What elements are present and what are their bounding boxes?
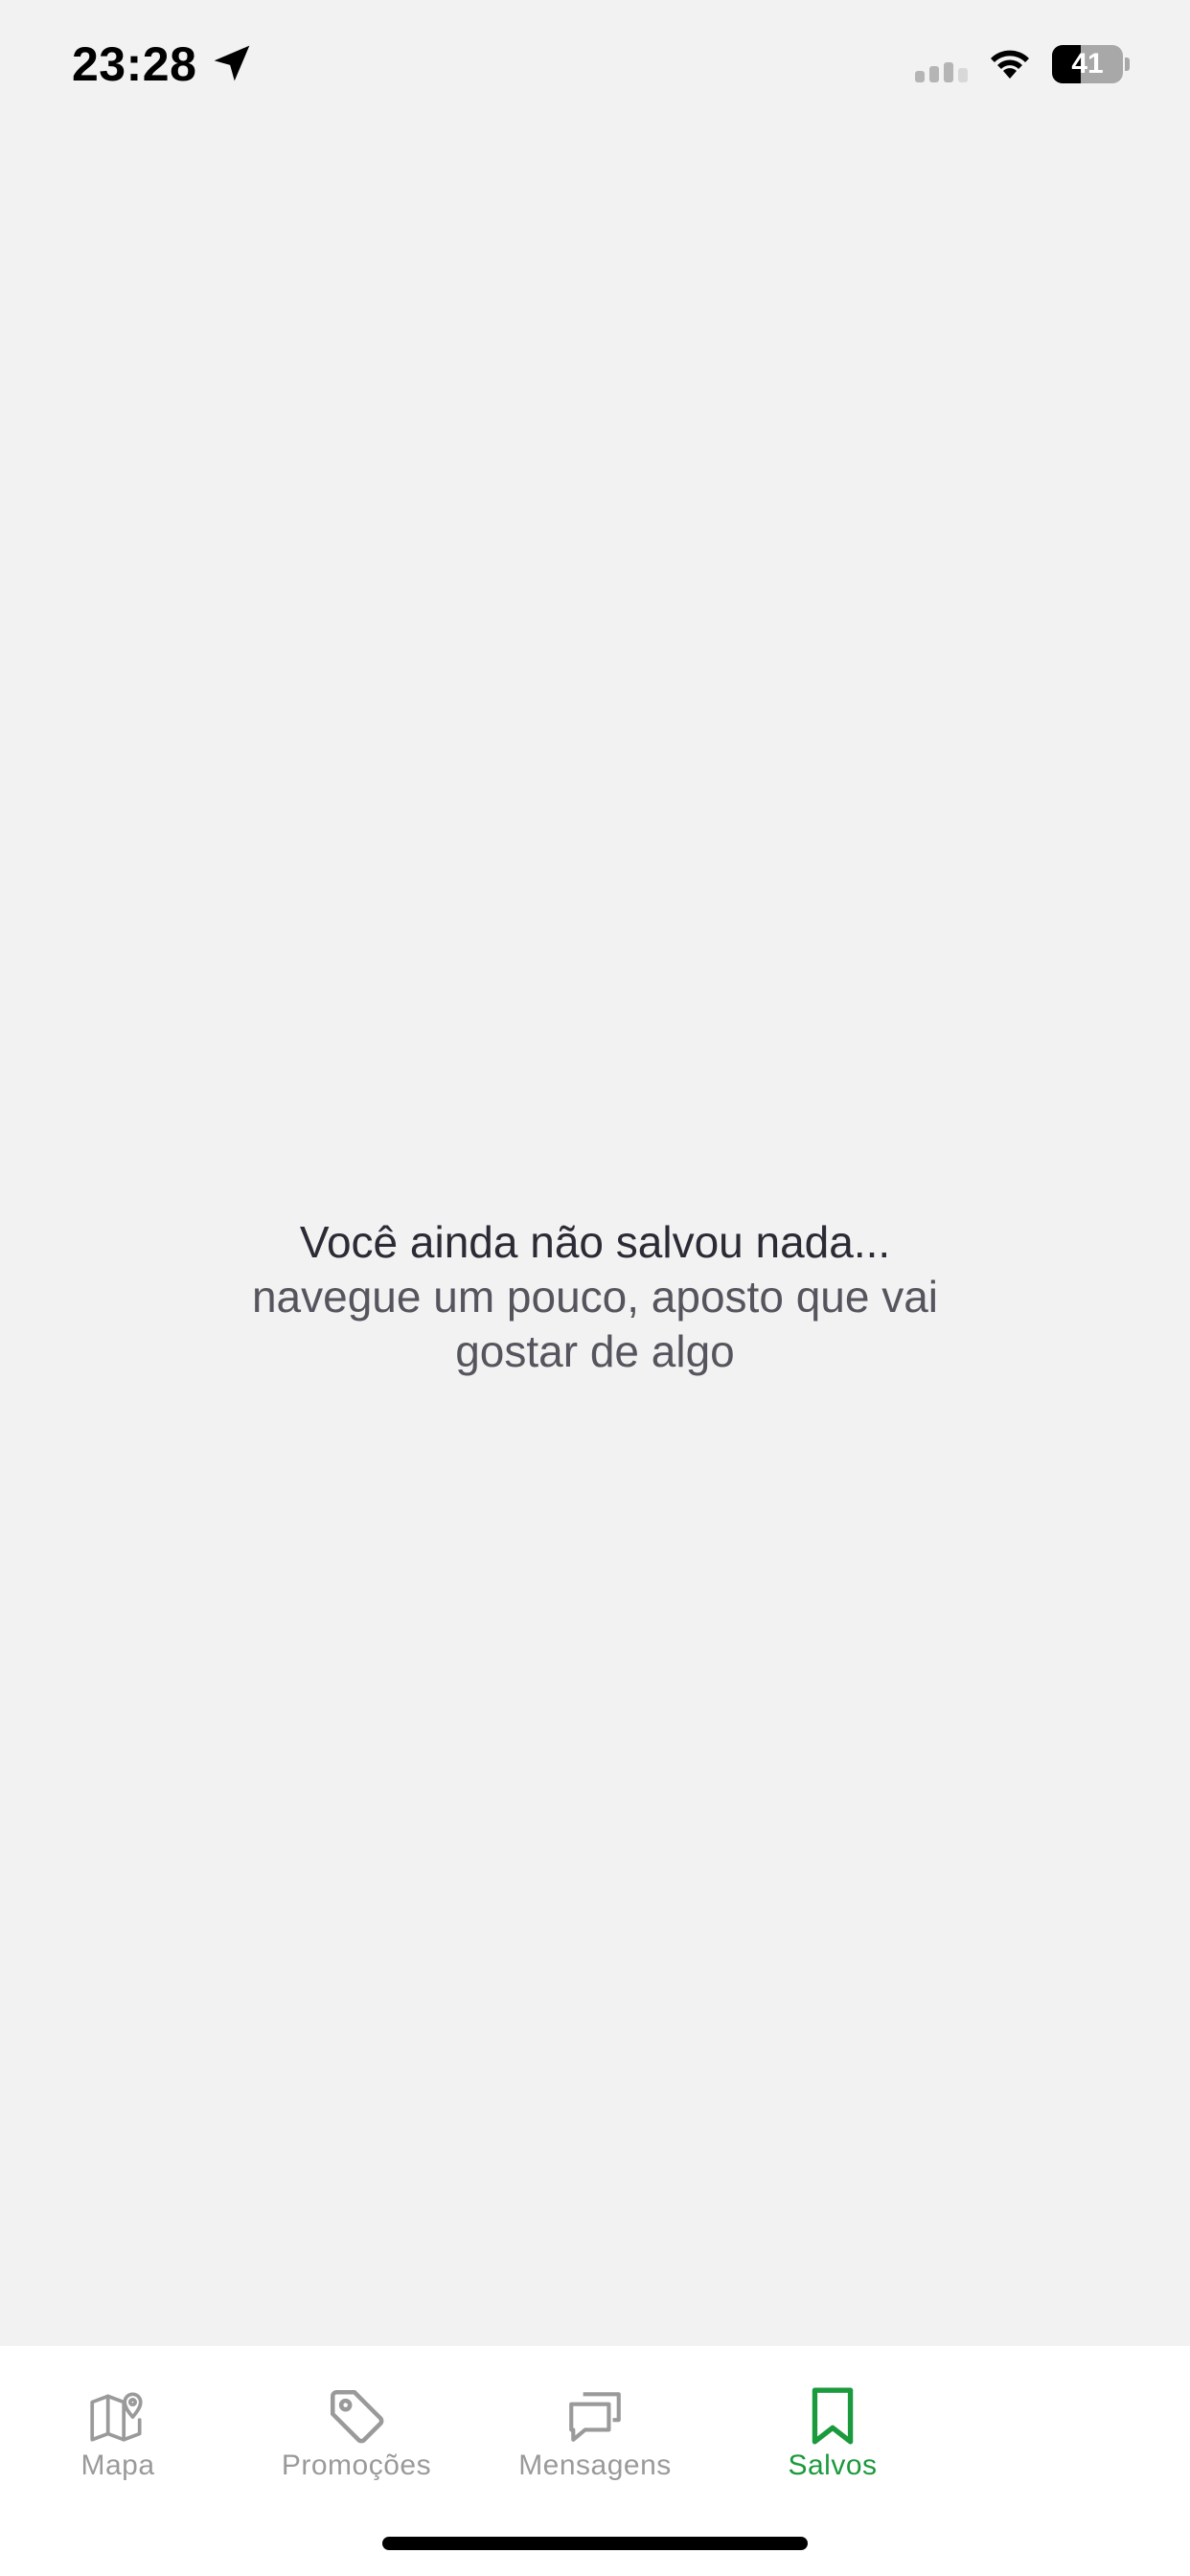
battery-indicator: 41 bbox=[1052, 45, 1130, 83]
home-indicator[interactable] bbox=[382, 2537, 808, 2550]
tab-promocoes[interactable]: Promoções bbox=[241, 2346, 471, 2490]
tab-mensagens[interactable]: Mensagens bbox=[480, 2346, 710, 2490]
battery-body: 41 bbox=[1052, 45, 1123, 83]
battery-tip bbox=[1125, 58, 1130, 71]
empty-state: Você ainda não salvou nada... navegue um… bbox=[0, 1215, 1190, 1379]
messages-icon bbox=[569, 2392, 621, 2442]
tab-label: Mapa bbox=[80, 2450, 155, 2481]
tab-label: Salvos bbox=[788, 2450, 878, 2481]
cellular-signal-icon bbox=[915, 62, 968, 82]
empty-state-title: Você ainda não salvou nada... bbox=[299, 1217, 891, 1267]
status-bar: 23:28 41 bbox=[0, 0, 1190, 134]
saved-screen: 23:28 41 Você ainda não salvou nada... n… bbox=[0, 0, 1190, 2576]
location-arrow-icon bbox=[214, 45, 250, 81]
bookmark-icon bbox=[812, 2387, 854, 2445]
tab-label: Promoções bbox=[281, 2450, 432, 2481]
empty-state-subtitle: navegue um pouco, aposto que vai gostar … bbox=[251, 1272, 939, 1376]
tab-label: Mensagens bbox=[518, 2450, 672, 2481]
map-pin-icon bbox=[90, 2392, 143, 2442]
battery-level: 41 bbox=[1071, 48, 1104, 80]
tab-mapa[interactable]: Mapa bbox=[3, 2346, 233, 2490]
tab-salvos[interactable]: Salvos bbox=[718, 2346, 948, 2490]
wifi-icon bbox=[991, 50, 1029, 79]
tag-icon bbox=[330, 2389, 384, 2444]
status-time: 23:28 bbox=[72, 37, 197, 91]
